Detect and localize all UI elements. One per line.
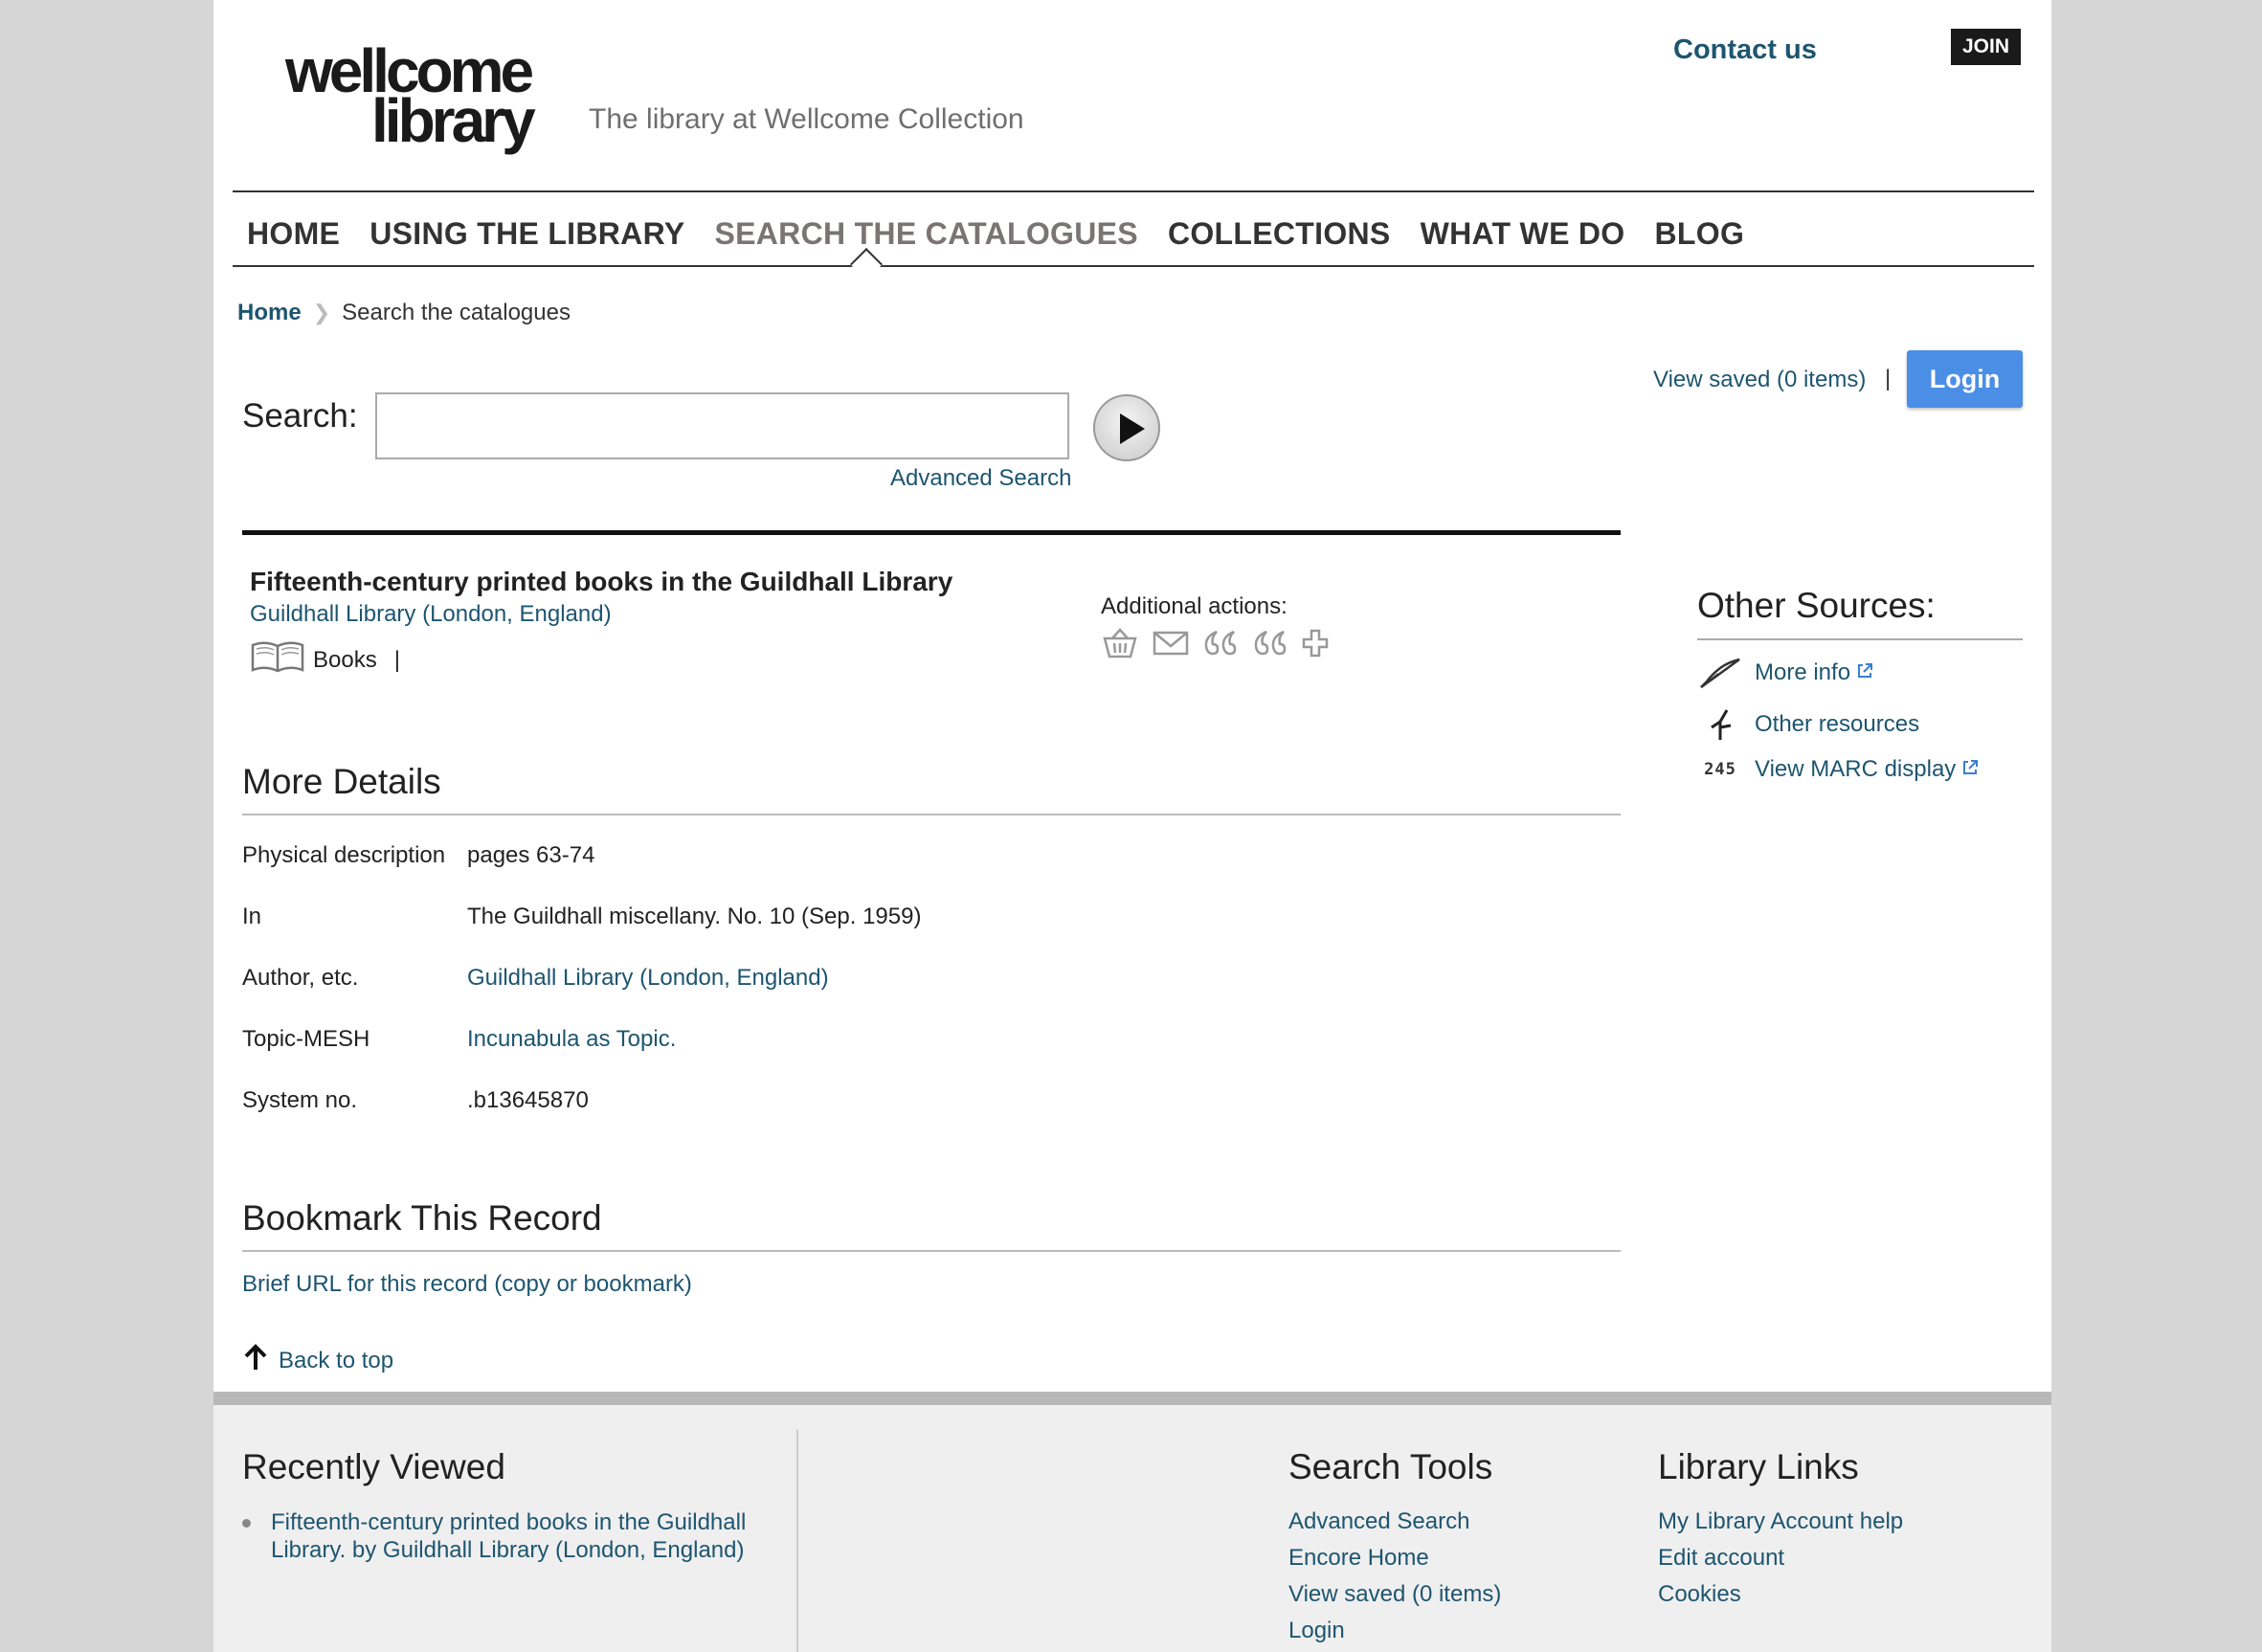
cite-icon[interactable] <box>1202 627 1239 664</box>
footer-view-saved-link[interactable]: View saved (0 items) <box>1288 1581 1501 1608</box>
footer-encore-home-link[interactable]: Encore Home <box>1288 1545 1429 1572</box>
other-sources-heading: Other Sources: <box>1697 586 1936 625</box>
other-sources-rule <box>1697 638 2023 640</box>
detail-label: Topic-MESH <box>242 1026 370 1052</box>
other-resources-link[interactable]: Other resources <box>1699 708 1919 741</box>
footer-divider <box>796 1430 798 1652</box>
view-marc-label: View MARC display <box>1755 756 1957 782</box>
external-link-icon <box>1961 756 1979 783</box>
record-format: Books | <box>250 639 400 681</box>
basket-icon[interactable] <box>1101 627 1139 664</box>
search-input[interactable] <box>375 392 1069 459</box>
nav-item-using-the-library[interactable]: USING THE LIBRARY <box>370 216 684 252</box>
additional-actions-label: Additional actions: <box>1101 593 1288 619</box>
nav-item-home[interactable]: HOME <box>247 216 340 252</box>
search-tools-heading: Search Tools <box>1288 1447 1493 1486</box>
nav-item-what-we-do[interactable]: WHAT WE DO <box>1421 216 1625 252</box>
export-citation-icon[interactable] <box>1252 627 1288 664</box>
detail-label: In <box>242 904 262 929</box>
library-links-heading: Library Links <box>1658 1447 1859 1486</box>
detail-value: The Guildhall miscellany. No. 10 (Sep. 1… <box>467 904 922 929</box>
page: wellcome library The library at Wellcome… <box>213 0 2051 1652</box>
arrow-up-icon <box>242 1343 269 1378</box>
detail-value: .b13645870 <box>467 1087 589 1113</box>
brief-url-link[interactable]: Brief URL for this record (copy or bookm… <box>242 1271 692 1298</box>
back-to-top-link[interactable]: Back to top <box>242 1343 393 1378</box>
detail-label: Physical description <box>242 842 446 868</box>
nav-top-rule <box>233 190 2034 192</box>
detail-label: Author, etc. <box>242 965 359 991</box>
contact-us-link[interactable]: Contact us <box>1673 34 1817 66</box>
detail-value: pages 63-74 <box>467 842 595 868</box>
search-label: Search: <box>242 397 358 435</box>
topic-link[interactable]: Incunabula as Topic. <box>467 1026 676 1053</box>
other-resources-label: Other resources <box>1755 711 1920 737</box>
book-icon <box>250 639 305 681</box>
record-format-separator: | <box>393 646 400 673</box>
nav-active-caret <box>850 248 883 280</box>
nav-item-blog[interactable]: BLOG <box>1655 216 1745 252</box>
nav-item-search-the-catalogues[interactable]: SEARCH THE CATALOGUES <box>714 216 1137 252</box>
additional-actions-toolbar <box>1101 627 1329 664</box>
breadcrumb-current: Search the catalogues <box>342 300 571 325</box>
list-bullet <box>242 1519 251 1528</box>
more-details-rule <box>242 814 1621 815</box>
nav-bottom-rule <box>233 265 2034 267</box>
record-author-link[interactable]: Guildhall Library (London, England) <box>250 601 612 628</box>
footer-login-link[interactable]: Login <box>1288 1618 1345 1644</box>
author-link[interactable]: Guildhall Library (London, England) <box>467 965 829 992</box>
footer-advanced-search-link[interactable]: Advanced Search <box>1288 1508 1469 1535</box>
bookmark-rule <box>242 1250 1621 1252</box>
breadcrumb: Home ❯ Search the catalogues <box>237 300 571 326</box>
chevron-right-icon: ❯ <box>312 301 331 324</box>
more-info-label: More info <box>1755 659 1851 685</box>
login-button[interactable]: Login <box>1907 350 2023 408</box>
record-title: Fifteenth-century printed books in the G… <box>250 567 953 596</box>
footer-top-bar <box>213 1392 2051 1405</box>
view-saved-link[interactable]: View saved (0 items) <box>1653 367 1866 393</box>
wellcome-library-logo[interactable]: wellcome library <box>285 40 536 151</box>
search-submit-button[interactable] <box>1093 394 1160 461</box>
footer-account-help-link[interactable]: My Library Account help <box>1658 1508 1903 1535</box>
quill-icon <box>1699 657 1741 689</box>
results-rule <box>242 530 1621 535</box>
footer: Recently Viewed Fifteenth-century printe… <box>213 1405 2051 1652</box>
email-icon[interactable] <box>1153 627 1189 664</box>
view-marc-display-link[interactable]: 245 View MARC display <box>1699 756 1979 783</box>
join-button[interactable]: JOIN <box>1951 29 2022 65</box>
detail-label: System no. <box>242 1087 358 1113</box>
advanced-search-link[interactable]: Advanced Search <box>890 465 1071 492</box>
branch-icon <box>1699 708 1741 741</box>
tagline: The library at Wellcome Collection <box>589 103 1024 135</box>
record-format-label: Books <box>313 646 377 673</box>
external-link-icon <box>1856 659 1873 686</box>
breadcrumb-home[interactable]: Home <box>237 300 302 326</box>
back-to-top-label: Back to top <box>279 1347 394 1373</box>
account-separator: | <box>1885 366 1892 391</box>
more-details-heading: More Details <box>242 762 441 801</box>
marc-245-icon: 245 <box>1704 760 1736 779</box>
bookmark-heading: Bookmark This Record <box>242 1198 602 1238</box>
add-icon[interactable] <box>1302 627 1329 664</box>
more-info-link[interactable]: More info <box>1699 657 1873 689</box>
recently-viewed-heading: Recently Viewed <box>242 1447 505 1486</box>
footer-cookies-link[interactable]: Cookies <box>1658 1581 1741 1608</box>
recently-viewed-item[interactable]: Fifteenth-century printed books in the G… <box>271 1508 769 1564</box>
main-nav: HOME USING THE LIBRARY SEARCH THE CATALO… <box>247 216 1744 252</box>
footer-edit-account-link[interactable]: Edit account <box>1658 1545 1784 1572</box>
nav-item-collections[interactable]: COLLECTIONS <box>1168 216 1391 252</box>
